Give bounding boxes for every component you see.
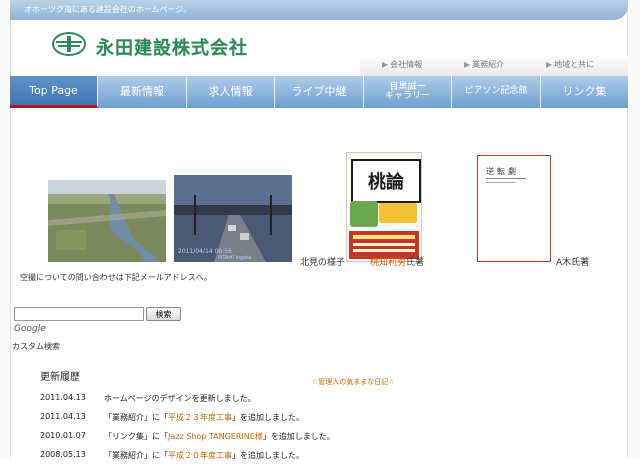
- caption-kitami: 北見の様子: [300, 258, 346, 268]
- update-date: 2010.01.07: [40, 431, 86, 440]
- caption-aoki: A木氏著: [556, 258, 590, 268]
- tab-gallery[interactable]: 目黒誠一 ギャラリー: [364, 76, 452, 108]
- site-tagline: オホーツク海にある建設会社のホームページ。: [24, 5, 192, 14]
- top-banner: オホーツク海にある建設会社のホームページ。: [10, 0, 628, 20]
- subnav-label: 会社情報: [390, 60, 423, 69]
- google-logo: Google: [14, 324, 46, 334]
- search-input[interactable]: [14, 307, 144, 321]
- book-title: 桃論: [351, 159, 421, 203]
- search-button[interactable]: 検索: [146, 307, 181, 321]
- right-scroll-gutter: [627, 0, 640, 459]
- street-live-photo[interactable]: 2011/04/14 06:56 PITAHI Ingata: [174, 175, 292, 262]
- update-date: 2011.04.13: [40, 412, 86, 421]
- sub-navigation: ▶ 会社情報 ▶ 業務紹介 ▶ 地域と共に: [360, 55, 628, 78]
- photo-timestamp: 2011/04/14 06:56: [178, 248, 232, 255]
- tab-label: 最新情報: [120, 85, 164, 99]
- tab-label: 求人情報: [208, 85, 253, 99]
- update-text: 「業務紹介」に「平成２３年度工事」を追加しました。: [104, 412, 304, 423]
- tab-label: ライブ中継: [291, 85, 347, 99]
- update-pre: 「業務紹介」に「: [104, 413, 168, 422]
- update-pre: 「リンク集」に「: [104, 432, 168, 441]
- arrow-icon: ▶: [382, 60, 389, 69]
- update-pre: ホームページのデザインを更新しました。: [104, 394, 256, 403]
- company-logo-icon[interactable]: [52, 32, 86, 56]
- tab-top-page[interactable]: Top Page: [10, 76, 98, 108]
- left-gutter: [0, 0, 11, 459]
- tab-label: リンク集: [562, 85, 607, 99]
- tab-latest-news[interactable]: 最新情報: [98, 76, 187, 108]
- subnav-item-community[interactable]: ▶ 地域と共に: [546, 59, 594, 70]
- update-date: 2008.05.13: [40, 450, 86, 459]
- update-date: 2011.04.13: [40, 393, 86, 402]
- update-link[interactable]: 平成２３年度工事: [168, 413, 232, 422]
- update-text: 「業務紹介」に「平成２０年度工事」を追加しました。: [104, 450, 304, 461]
- tab-recruiting[interactable]: 求人情報: [187, 76, 275, 108]
- book-cover-momoron[interactable]: 桃論: [346, 152, 422, 262]
- update-link[interactable]: Jazz Shop TANGERINE様: [168, 432, 263, 441]
- tab-label: Top Page: [29, 83, 78, 97]
- company-name[interactable]: 永田建設株式会社: [96, 34, 248, 60]
- tab-links[interactable]: リンク集: [541, 76, 628, 108]
- tab-label: 目黒誠一 ギャラリー: [384, 81, 430, 101]
- contact-note: 空撮についての問い合わせは下記メールアドレスへ。: [20, 273, 212, 282]
- diary-link[interactable]: ☆管理人の気ままな日記☆: [312, 377, 395, 387]
- update-history-title: 更新履歴: [40, 372, 80, 383]
- tab-label: ピアソン記念館: [464, 86, 528, 97]
- update-text: 「リンク集」に「Jazz Shop TANGERINE様」を追加しました。: [104, 431, 335, 442]
- subnav-item-business[interactable]: ▶ 業務紹介: [464, 59, 504, 70]
- river-aerial-photo[interactable]: [48, 180, 166, 262]
- update-post: 」を追加しました。: [262, 432, 335, 441]
- main-navigation: Top Page 最新情報 求人情報 ライブ中継 目黒誠一 ギャラリー ピアソン…: [10, 76, 628, 108]
- subnav-label: 地域と共に: [554, 60, 595, 69]
- tab-pearson-museum[interactable]: ピアソン記念館: [452, 76, 541, 108]
- tab-live[interactable]: ライブ中継: [275, 76, 364, 108]
- book-cover-gyakutengeki[interactable]: 逆転劇: [477, 155, 551, 262]
- arrow-icon: ▶: [546, 60, 553, 69]
- update-text: ホームページのデザインを更新しました。: [104, 393, 256, 404]
- subnav-item-company-info[interactable]: ▶ 会社情報: [382, 59, 422, 70]
- subnav-label: 業務紹介: [472, 60, 505, 69]
- book-title: 逆転劇: [486, 167, 519, 176]
- svg-text:PITAHI Ingata: PITAHI Ingata: [218, 255, 251, 261]
- author-suffix: 氏著: [406, 258, 425, 268]
- author-link[interactable]: 桃知利男: [370, 258, 406, 268]
- custom-search-label: カスタム検索: [12, 342, 60, 351]
- caption-momochi: 桃知利男氏著: [370, 255, 424, 268]
- arrow-icon: ▶: [464, 60, 471, 69]
- update-post: 」を追加しました。: [232, 413, 304, 422]
